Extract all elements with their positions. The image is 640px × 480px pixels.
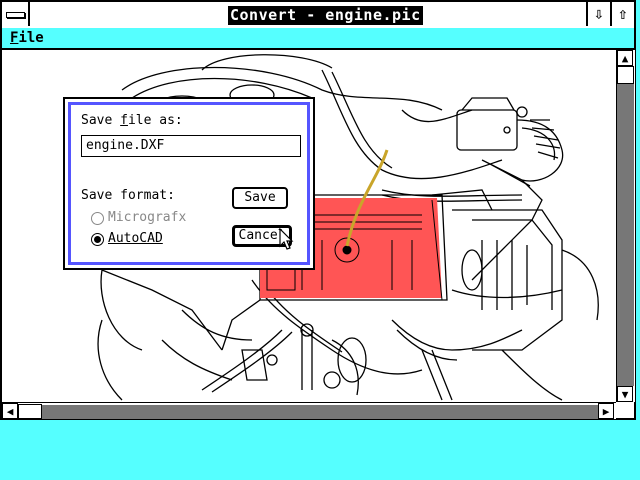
maximize-button[interactable]: ⇧ [610,2,634,26]
scroll-corner [616,402,634,418]
filename-label: Save file as: [81,113,183,128]
vertical-scroll-track[interactable] [617,84,634,386]
save-button-label: Save [244,190,276,205]
scroll-up-icon[interactable]: ▲ [617,50,633,66]
horizontal-scroll-thumb[interactable] [18,404,42,419]
option-micrografx-label: Micrografx [108,210,187,225]
system-menu-button[interactable] [2,2,30,26]
radio-selected-dot [94,236,101,243]
scroll-right-icon[interactable]: ▶ [598,403,614,419]
horizontal-scrollbar[interactable]: ◀ ▶ [2,402,616,419]
scroll-left-icon[interactable]: ◀ [2,403,18,419]
vertical-scrollbar[interactable]: ▲ ▼ [616,50,635,402]
menu-file[interactable]: File [10,30,44,46]
title-bar[interactable]: Convert - engine.pic ⇩ ⇧ [2,2,634,30]
scroll-down-icon[interactable]: ▼ [617,386,633,402]
maximize-icon: ⇧ [618,4,628,23]
option-autocad-label: AutoCAD [108,231,163,246]
radio-micrografx[interactable] [91,212,104,225]
minimize-button[interactable]: ⇩ [586,2,610,26]
format-label: Save format: [81,188,175,203]
system-menu-icon [6,12,25,18]
minimize-icon: ⇩ [594,4,604,23]
horizontal-scroll-track[interactable] [42,405,598,419]
save-dialog: Save file as: engine.DXF Save format: Mi… [63,97,315,270]
menu-file-rest: ile [18,30,44,46]
window-title: Convert - engine.pic [228,6,423,25]
vertical-scroll-thumb[interactable] [617,66,634,84]
radio-autocad[interactable] [91,233,104,246]
mouse-pointer-icon [279,228,294,250]
dialog-frame: Save file as: engine.DXF Save format: Mi… [68,102,310,265]
save-button[interactable]: Save [232,187,288,209]
menu-bar: File [2,28,634,50]
filename-input[interactable]: engine.DXF [81,135,301,157]
